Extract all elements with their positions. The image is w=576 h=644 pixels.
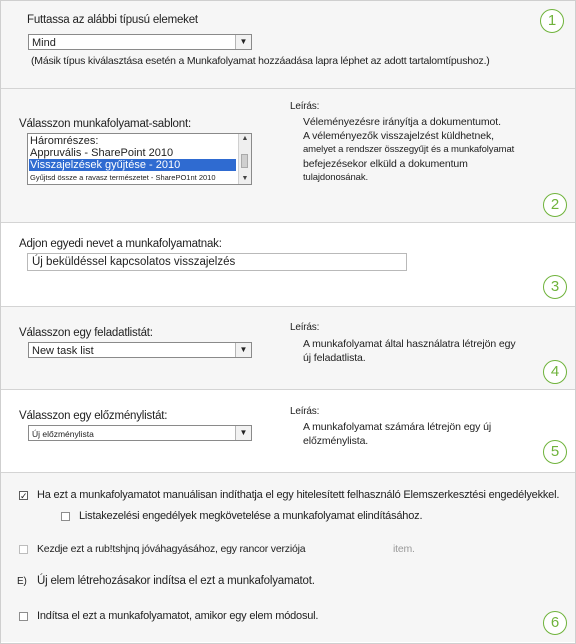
workflow-name-input[interactable]: Új beküldéssel kapcsolatos visszajelzés — [27, 253, 407, 271]
approval-start-label: Kezdje ezt a rub!tshjnq jóváhagyásához, … — [37, 543, 306, 555]
history-list-description-title: Leírás: — [290, 406, 320, 417]
description-line: A munkafolyamat által használatra létrej… — [303, 338, 516, 350]
template-description-title: Leírás: — [290, 101, 320, 112]
chevron-down-icon[interactable]: ▼ — [235, 343, 251, 357]
chevron-down-icon[interactable]: ▼ — [235, 35, 251, 49]
history-list-description: A munkafolyamat számára létrejön egy új … — [303, 420, 491, 448]
manual-start-checkbox[interactable]: ✓ — [19, 491, 28, 501]
template-scrollbar[interactable]: ▲ ▼ — [238, 134, 251, 184]
template-option-selected[interactable]: Visszajelzések gyűjtése - 2010 — [29, 159, 236, 171]
content-type-note: (Másik típus kiválasztása esetén a Munka… — [31, 55, 490, 67]
task-list-select[interactable]: New task list ▼ — [28, 342, 252, 358]
step-number-2: 2 — [543, 193, 567, 217]
content-type-select[interactable]: Mind ▼ — [28, 34, 252, 50]
template-option[interactable]: Gyűjtsd össze a ravasz természetet - Sha… — [30, 172, 216, 184]
workflow-name-label: Adjon egyedi nevet a munkafolyamatnak: — [19, 238, 222, 250]
chevron-down-icon[interactable]: ▼ — [235, 426, 251, 440]
task-list-label: Válasszon egy feladatlistát: — [19, 327, 153, 339]
approval-start-checkbox[interactable] — [19, 545, 28, 554]
step-number-1: 1 — [540, 9, 564, 33]
step-number-6: 6 — [543, 611, 567, 635]
content-type-value: Mind — [32, 37, 56, 49]
change-start-label: Indítsa el ezt a munkafolyamatot, amikor… — [37, 610, 319, 622]
scroll-thumb[interactable] — [241, 154, 248, 168]
description-line: tulajdonosának. — [303, 172, 369, 183]
scroll-down-icon[interactable]: ▼ — [239, 174, 251, 184]
template-label: Válasszon munkafolyamat-sablont: — [19, 118, 191, 130]
change-start-checkbox[interactable] — [19, 612, 28, 621]
step-number-3: 3 — [543, 275, 567, 299]
description-line: Véleményezésre irányítja a dokumentumot. — [303, 116, 501, 128]
history-list-select[interactable]: Új előzménylista ▼ — [28, 425, 252, 441]
template-option[interactable]: Appruvális - SharePoint 2010 — [30, 147, 173, 159]
history-list-value: Új előzménylista — [32, 429, 94, 439]
step-number-5: 5 — [543, 440, 567, 464]
description-line: befejezésekor elküld a dokumentum — [303, 158, 468, 170]
run-on-items-label: Futtassa az alábbi típusú elemeket — [27, 14, 198, 26]
scroll-up-icon[interactable]: ▲ — [239, 134, 251, 144]
task-list-value: New task list — [32, 345, 94, 357]
approval-start-label-end: item. — [393, 543, 415, 555]
description-line: új feladatlista. — [303, 352, 366, 364]
manage-permissions-label: Listakezelési engedélyek megkövetelése a… — [79, 510, 423, 522]
task-list-description-title: Leírás: — [290, 322, 320, 333]
description-line: amelyet a rendszer összegyűjt és a munka… — [303, 144, 515, 155]
manage-permissions-checkbox[interactable] — [61, 512, 70, 521]
description-line: A véleményezők visszajelzést küldhetnek, — [303, 130, 494, 142]
template-description: Véleményezésre irányítja a dokumentumot.… — [303, 115, 514, 185]
create-start-label[interactable]: Új elem létrehozásakor indítsa el ezt a … — [37, 575, 315, 587]
manual-start-label: Ha ezt a munkafolyamatot manuálisan indí… — [37, 489, 560, 501]
description-line: A munkafolyamat számára létrejön egy új — [303, 421, 492, 433]
task-list-description: A munkafolyamat által használatra létrej… — [303, 337, 516, 365]
description-line: előzménylista. — [303, 435, 369, 447]
create-start-marker: E) — [17, 576, 27, 587]
history-list-label: Válasszon egy előzménylistát: — [19, 410, 168, 422]
template-option[interactable]: Háromrészes: — [30, 135, 98, 147]
template-listbox[interactable]: Háromrészes: Appruvális - SharePoint 201… — [27, 133, 252, 185]
step-number-4: 4 — [543, 360, 567, 384]
